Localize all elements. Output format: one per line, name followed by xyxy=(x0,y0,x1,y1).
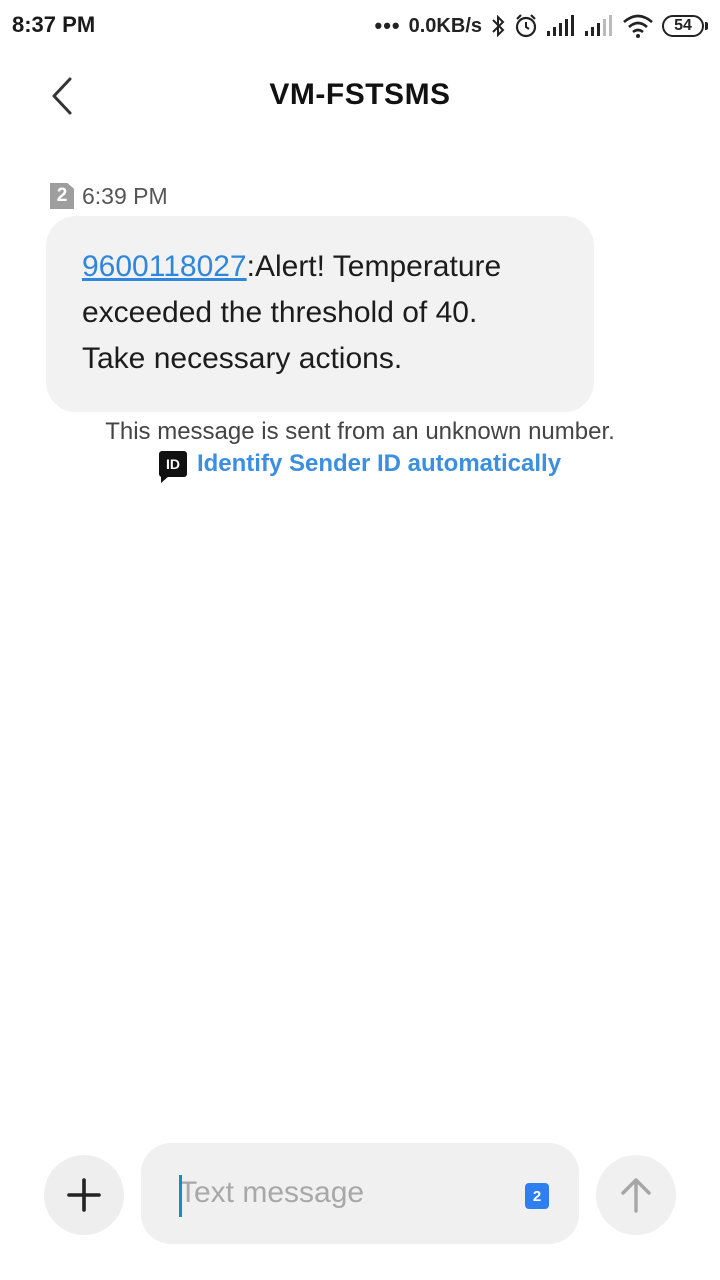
message-meta: 2 6:39 PM xyxy=(50,182,168,210)
battery-level: 54 xyxy=(662,15,704,37)
message-bubble[interactable]: 9600118027:Alert! Temperature exceeded t… xyxy=(46,216,594,412)
status-time: 8:37 PM xyxy=(12,12,96,37)
alarm-icon xyxy=(515,14,537,38)
wifi-icon xyxy=(623,14,653,38)
message-text-line1: :Alert! Temperature xyxy=(246,250,502,283)
message-composer: 2 xyxy=(0,1140,720,1250)
sim-select-button[interactable]: 2 xyxy=(525,1183,549,1209)
plus-icon xyxy=(67,1178,101,1212)
signal-icon xyxy=(547,15,574,36)
arrow-up-icon xyxy=(621,1178,651,1213)
status-bar: 8:37 PM ••• 0.0KB/s 54 xyxy=(0,0,720,52)
id-icon: ID xyxy=(158,451,187,483)
sim-card-icon: 2 xyxy=(50,183,74,209)
attach-button[interactable] xyxy=(44,1155,124,1235)
signal-icon xyxy=(585,15,612,36)
more-notifications-dots: ••• xyxy=(374,13,401,38)
text-message-field[interactable]: 2 xyxy=(141,1143,579,1244)
text-cursor xyxy=(179,1175,182,1217)
send-button[interactable] xyxy=(596,1155,676,1235)
battery-icon: 54 xyxy=(662,15,708,37)
network-speed: 0.0KB/s xyxy=(408,14,482,37)
phone-number-link[interactable]: 9600118027 xyxy=(82,250,247,283)
bluetooth-icon xyxy=(492,14,505,38)
identify-sender-row[interactable]: ID Identify Sender ID automatically xyxy=(0,450,720,483)
message-text-line3: Take necessary actions. xyxy=(82,342,403,375)
conversation-title: VM-FSTSMS xyxy=(269,78,451,111)
text-message-input[interactable] xyxy=(179,1169,509,1217)
battery-tip xyxy=(705,22,708,30)
identify-sender-link[interactable]: Identify Sender ID automatically xyxy=(197,450,561,478)
message-text-line2: exceeded the threshold of 40. xyxy=(82,296,478,329)
message-time: 6:39 PM xyxy=(82,182,168,209)
conversation-header: VM-FSTSMS xyxy=(0,52,720,142)
status-icons: ••• 0.0KB/s 54 xyxy=(375,10,708,42)
unknown-number-notice: This message is sent from an unknown num… xyxy=(105,418,615,445)
